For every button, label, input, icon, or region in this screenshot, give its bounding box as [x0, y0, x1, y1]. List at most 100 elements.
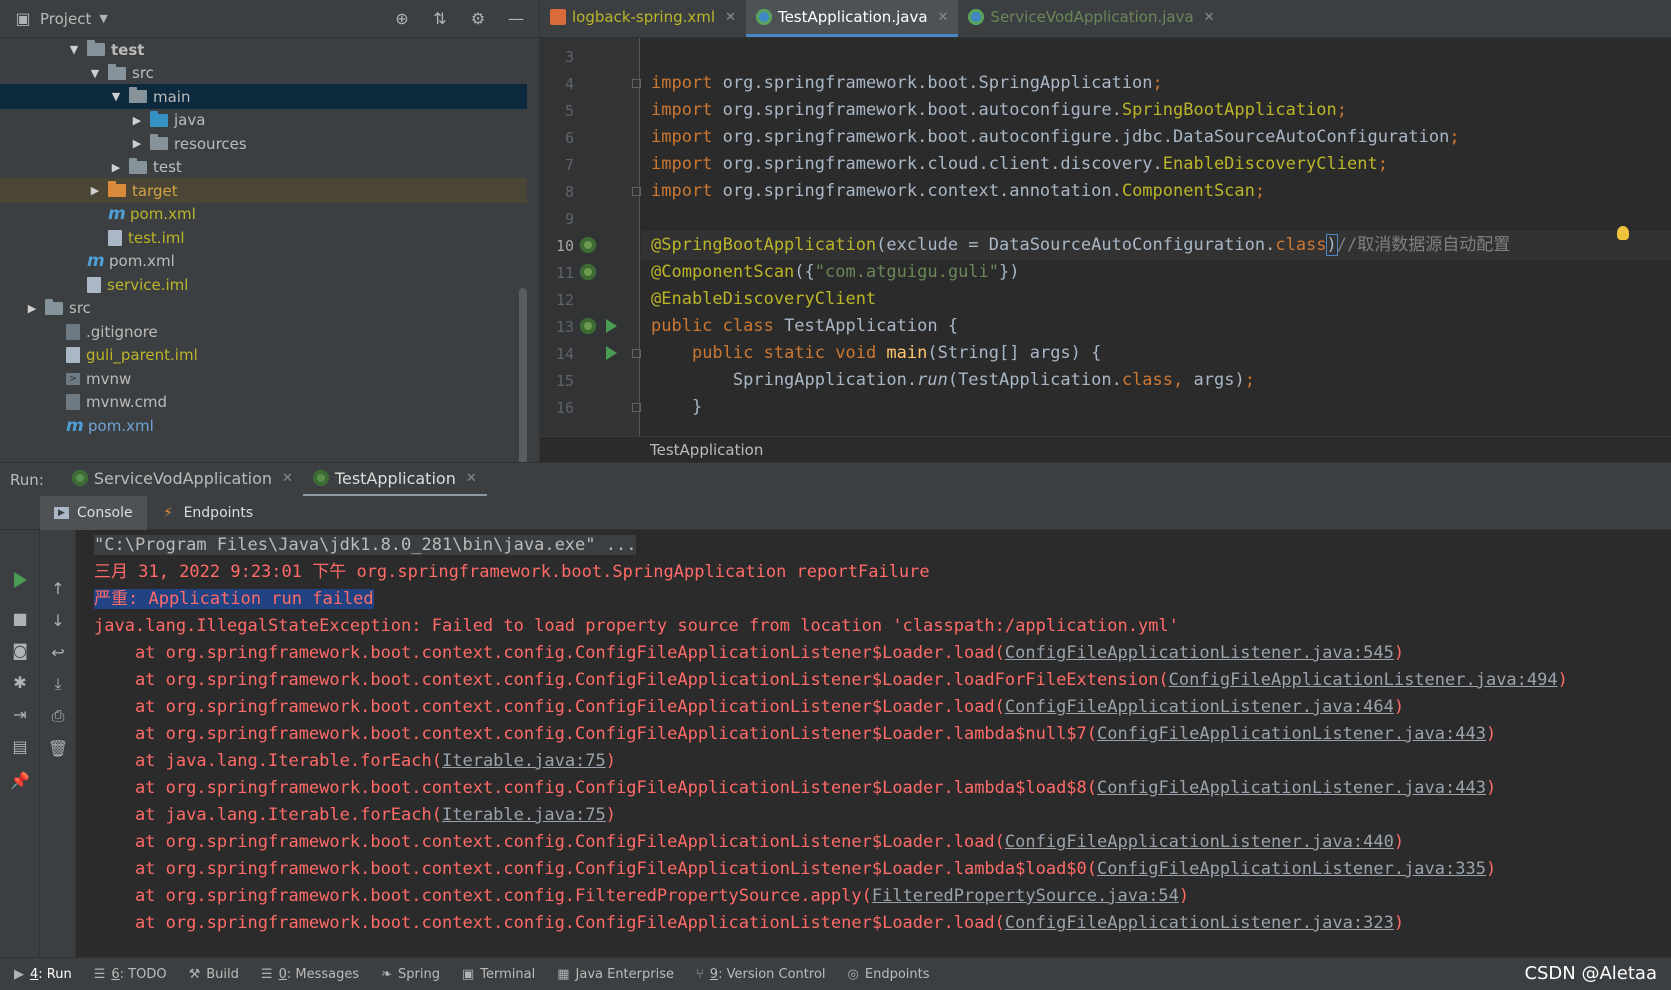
code-line[interactable]: public static void main(String[] args) {: [641, 339, 1671, 368]
stack-frame-link[interactable]: Iterable.java:75: [442, 805, 606, 825]
expand-arrow-icon[interactable]: ▼: [67, 43, 81, 56]
editor-tab[interactable]: ServiceVodApplication.java ✕: [958, 0, 1224, 37]
tree-item[interactable]: mvnw.cmd: [0, 390, 527, 415]
code-line[interactable]: [641, 42, 1671, 71]
exit-icon[interactable]: ⇥: [10, 704, 30, 724]
run-tab[interactable]: ServiceVodApplication ✕: [62, 463, 303, 497]
code-line[interactable]: [641, 204, 1671, 233]
stack-frame-link[interactable]: ConfigFileApplicationListener.java:494: [1169, 670, 1558, 690]
collapse-arrow-icon[interactable]: ▶: [25, 302, 39, 315]
tree-item[interactable]: ▶ java: [0, 108, 527, 133]
tree-item[interactable]: ▼ test: [0, 38, 527, 62]
close-icon[interactable]: ✕: [1204, 10, 1215, 25]
tree-item[interactable]: m pom.xml: [0, 202, 527, 227]
collapse-arrow-icon[interactable]: ▶: [109, 161, 123, 174]
gear-icon[interactable]: ⚙: [467, 8, 489, 30]
run-tab[interactable]: TestApplication ✕: [302, 463, 487, 497]
code-line[interactable]: import org.springframework.cloud.client.…: [641, 150, 1671, 179]
statusbar-messages[interactable]: ☰ 0: Messages: [261, 967, 359, 982]
lightbulb-icon[interactable]: [1617, 226, 1629, 240]
layout-icon[interactable]: ▤: [10, 736, 30, 756]
chevron-down-icon[interactable]: ▼: [99, 12, 107, 25]
editor-tab[interactable]: logback-spring.xml ✕: [540, 0, 746, 37]
breadcrumb[interactable]: TestApplication: [540, 436, 1671, 462]
close-icon[interactable]: ✕: [466, 471, 477, 486]
fold-icon[interactable]: [632, 79, 641, 88]
print-icon[interactable]: ⎙: [48, 706, 68, 726]
stack-frame-link[interactable]: FilteredPropertySource.java:54: [872, 886, 1179, 906]
editor-tab[interactable]: TestApplication.java ✕: [745, 0, 959, 37]
code-line[interactable]: }: [641, 393, 1671, 422]
stack-frame-link[interactable]: ConfigFileApplicationListener.java:545: [1005, 643, 1394, 663]
tree-item[interactable]: ▶ target: [0, 178, 527, 203]
stack-frame-link[interactable]: ConfigFileApplicationListener.java:335: [1097, 859, 1486, 879]
tree-item[interactable]: > mvnw: [0, 366, 527, 391]
code-line[interactable]: import org.springframework.context.annot…: [641, 177, 1671, 206]
down-arrow-icon[interactable]: ↓: [48, 610, 68, 630]
statusbar-java-enterprise[interactable]: ▦ Java Enterprise: [557, 967, 674, 982]
fold-icon[interactable]: [632, 403, 641, 412]
code-line[interactable]: @SpringBootApplication(exclude = DataSou…: [641, 231, 1671, 260]
stack-frame-link[interactable]: Iterable.java:75: [442, 751, 606, 771]
run-gutter-icon[interactable]: [606, 319, 617, 333]
stack-frame-link[interactable]: ConfigFileApplicationListener.java:443: [1097, 724, 1486, 744]
hide-icon[interactable]: —: [505, 8, 527, 30]
console-tab[interactable]: ▶ Console: [40, 495, 147, 530]
expand-arrow-icon[interactable]: ▼: [88, 67, 102, 80]
tree-item[interactable]: m pom.xml: [0, 249, 527, 274]
tree-item[interactable]: test.iml: [0, 225, 527, 250]
code-line[interactable]: @EnableDiscoveryClient: [641, 285, 1671, 314]
expand-arrow-icon[interactable]: ▼: [109, 90, 123, 103]
code-line[interactable]: public class TestApplication {: [641, 312, 1671, 341]
tree-item[interactable]: .gitignore: [0, 319, 527, 344]
collapse-arrow-icon[interactable]: ▶: [130, 114, 144, 127]
pin-icon[interactable]: 📌: [10, 770, 30, 790]
up-arrow-icon[interactable]: ↑: [48, 578, 68, 598]
tree-item[interactable]: m pom.xml: [0, 413, 527, 438]
statusbar-spring[interactable]: ❧ Spring: [381, 967, 440, 982]
statusbar-terminal[interactable]: ▣ Terminal: [462, 967, 535, 982]
trash-icon[interactable]: 🗑: [48, 738, 68, 758]
fold-icon[interactable]: [632, 349, 641, 358]
stack-frame-link[interactable]: ConfigFileApplicationListener.java:443: [1097, 778, 1486, 798]
spring-bean-icon[interactable]: [580, 318, 596, 334]
spring-bean-icon[interactable]: [580, 264, 596, 280]
stack-frame-link[interactable]: ConfigFileApplicationListener.java:323: [1005, 913, 1394, 933]
statusbar-todo[interactable]: ☰ 6: TODO: [94, 967, 167, 982]
collapse-arrow-icon[interactable]: ▶: [130, 137, 144, 150]
rerun-icon[interactable]: [14, 572, 27, 588]
code-line[interactable]: import org.springframework.boot.autoconf…: [641, 123, 1671, 152]
stack-frame-link[interactable]: ConfigFileApplicationListener.java:440: [1005, 832, 1394, 852]
locate-icon[interactable]: ⊕: [391, 8, 413, 30]
stack-frame-link[interactable]: ConfigFileApplicationListener.java:464: [1005, 697, 1394, 717]
scrollbar[interactable]: [519, 288, 527, 462]
breadcrumb-class[interactable]: TestApplication: [650, 441, 763, 459]
spring-bean-icon[interactable]: [580, 237, 596, 253]
collapse-all-icon[interactable]: ⇅: [429, 8, 451, 30]
stop-icon[interactable]: ■: [10, 608, 30, 628]
code-line[interactable]: SpringApplication.run(TestApplication.cl…: [641, 366, 1671, 395]
tree-item[interactable]: ▼ main: [0, 84, 527, 109]
code-line[interactable]: @ComponentScan({"com.atguigu.guli"}): [641, 258, 1671, 287]
tree-item[interactable]: ▶ test: [0, 155, 527, 180]
tree-item[interactable]: service.iml: [0, 272, 527, 297]
console-output[interactable]: "C:\Program Files\Java\jdk1.8.0_281\bin\…: [76, 530, 1671, 957]
tree-item[interactable]: ▶ src: [0, 296, 527, 321]
run-gutter-icon[interactable]: [606, 346, 617, 360]
tree-item[interactable]: ▼ src: [0, 61, 527, 86]
project-title[interactable]: Project: [40, 10, 91, 28]
close-icon[interactable]: ✕: [938, 10, 949, 25]
statusbar-run[interactable]: ▶ 4: Run: [14, 967, 72, 982]
statusbar-endpoints[interactable]: ◎ Endpoints: [848, 967, 930, 982]
tree-item[interactable]: guli_parent.iml: [0, 343, 527, 368]
fold-icon[interactable]: [632, 187, 641, 196]
code-line[interactable]: import org.springframework.boot.autoconf…: [641, 96, 1671, 125]
statusbar-hammer[interactable]: ⚒ Build: [189, 967, 239, 982]
scroll-to-end-icon[interactable]: ⤓: [48, 674, 68, 694]
statusbar-version-control[interactable]: ⑂ 9: Version Control: [696, 967, 826, 982]
console-tab[interactable]: ⚡ Endpoints: [147, 496, 268, 530]
soft-wrap-icon[interactable]: ↩: [48, 642, 68, 662]
collapse-arrow-icon[interactable]: ▶: [88, 184, 102, 197]
tree-item[interactable]: ▶ resources: [0, 131, 527, 156]
camera-icon[interactable]: ◙: [10, 640, 30, 660]
